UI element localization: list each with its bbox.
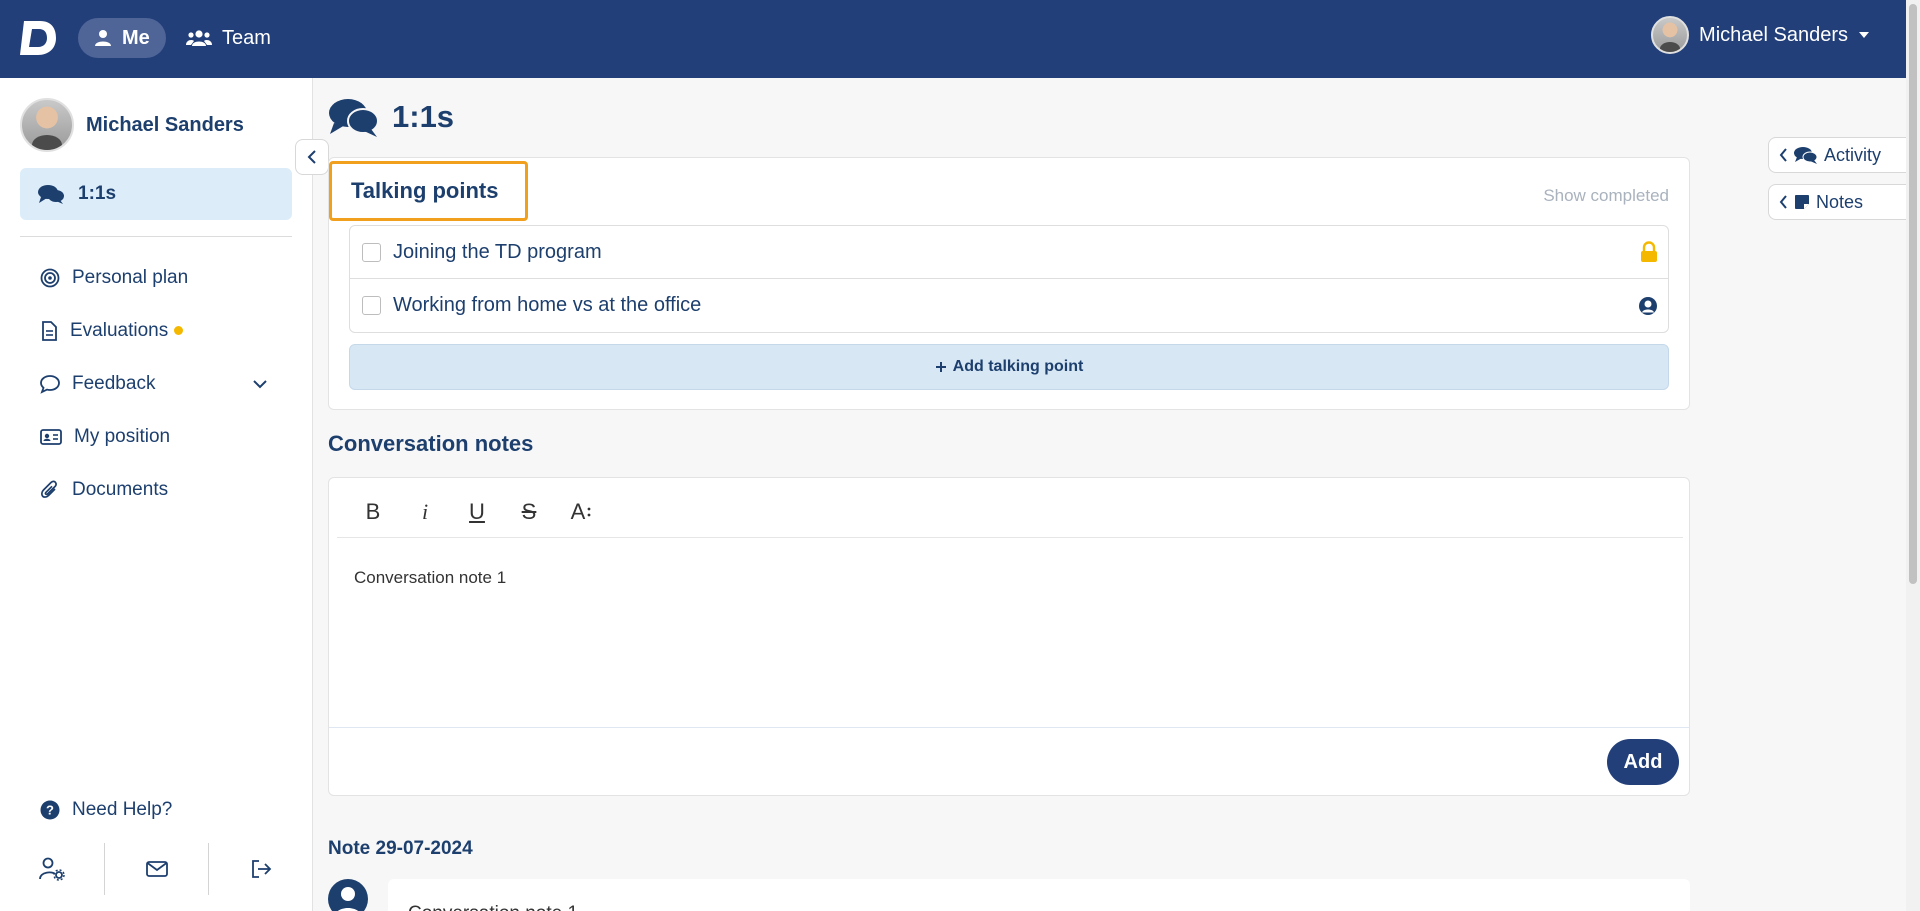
users-icon (186, 30, 212, 46)
note-card[interactable]: Conversation note 1 (388, 879, 1690, 911)
bold-button[interactable]: B (347, 492, 399, 532)
sidebar-item-label: Evaluations (70, 320, 169, 341)
sidebar-item-label: 1:1s (78, 183, 117, 204)
editor-toolbar: B i U S A (337, 486, 1683, 538)
talking-points-list: Joining the TD program Working from home… (349, 225, 1669, 333)
avatar (328, 879, 368, 911)
svg-text:?: ? (46, 803, 54, 818)
activity-panel-tab[interactable]: Activity (1768, 137, 1906, 173)
help-circle-icon: ? (40, 800, 60, 820)
conversation-notes-title: Conversation notes (328, 431, 534, 456)
caret-down-icon (1859, 32, 1869, 38)
activity-tab-label: Activity (1824, 144, 1882, 165)
divider (20, 236, 292, 237)
sidebar-user[interactable]: Michael Sanders (20, 98, 244, 152)
logout-button[interactable] (209, 843, 313, 895)
sidebar-item-1on1s[interactable]: 1:1s (20, 168, 292, 220)
sidebar-item-label: My position (74, 426, 171, 447)
sidebar-item-my-position[interactable]: My position (40, 426, 170, 448)
add-note-button[interactable]: Add (1607, 739, 1679, 785)
user-menu[interactable]: Michael Sanders (1651, 16, 1870, 54)
messages-button[interactable] (105, 843, 210, 895)
document-icon (42, 321, 57, 341)
list-item[interactable]: Working from home vs at the office (350, 279, 1668, 332)
sidebar-item-documents[interactable]: Documents (40, 479, 168, 501)
editor-content[interactable]: Conversation note 1 (354, 568, 506, 588)
nav-team-label: Team (222, 26, 271, 49)
sidebar-item-label: Personal plan (72, 267, 189, 288)
lock-icon (1641, 241, 1657, 262)
user-settings-button[interactable] (0, 843, 105, 895)
plus-icon (935, 362, 946, 372)
talking-points-card: Talking points Show completed Joining th… (328, 157, 1690, 410)
divider (329, 727, 1689, 728)
talking-point-text: Working from home vs at the office (393, 294, 702, 316)
sidebar-item-evaluations[interactable]: Evaluations (40, 320, 184, 342)
underline-button[interactable]: U (451, 492, 503, 532)
show-completed-link[interactable]: Show completed (1543, 186, 1669, 206)
page-title: 1:1s (328, 96, 454, 138)
chevron-left-icon (1779, 195, 1787, 209)
notes-tab-label: Notes (1816, 191, 1864, 212)
need-help-label: Need Help? (72, 799, 173, 820)
chevron-left-icon (1779, 148, 1787, 162)
notification-dot (174, 326, 184, 336)
note-preview: Conversation note 1 (408, 903, 578, 911)
talking-point-checkbox[interactable] (362, 242, 381, 262)
sidebar-item-label: Documents (72, 479, 169, 500)
talking-points-title: Talking points (329, 161, 528, 221)
notes-panel-tab[interactable]: Notes (1768, 184, 1906, 220)
mail-icon (145, 861, 168, 877)
user-circle-icon (1639, 296, 1657, 315)
sidebar-footer-actions (0, 843, 313, 895)
text-size-label: A (570, 498, 586, 524)
user-gear-icon (38, 857, 65, 881)
target-icon (40, 268, 60, 288)
more-vertical-icon (587, 507, 591, 516)
page-scrollbar[interactable] (1906, 0, 1920, 911)
avatar (20, 98, 74, 152)
user-icon (95, 30, 111, 46)
note-date-heading: Note 29-07-2024 (328, 838, 473, 859)
add-talking-point-label: Add talking point (952, 358, 1084, 375)
chevron-down-icon[interactable] (252, 379, 268, 389)
sidebar-item-label: Feedback (72, 373, 156, 394)
scrollbar-thumb[interactable] (1909, 4, 1917, 584)
logout-icon (252, 860, 272, 878)
text-size-button[interactable]: A (555, 492, 607, 532)
nav-me-tab[interactable]: Me (78, 18, 166, 58)
d-logo-icon[interactable] (18, 17, 60, 59)
strikethrough-button[interactable]: S (503, 492, 555, 532)
nav-team-tab[interactable]: Team (170, 18, 287, 58)
conversation-notes-editor: B i U S A Conversation note 1 Add (328, 477, 1690, 796)
sidebar: Michael Sanders 1:1s Personal plan Evalu… (0, 78, 313, 911)
user-name: Michael Sanders (1699, 23, 1848, 46)
need-help-link[interactable]: ? Need Help? (40, 799, 172, 821)
add-talking-point-button[interactable]: Add talking point (349, 344, 1669, 390)
avatar (1651, 16, 1690, 54)
collapse-sidebar-button[interactable] (295, 139, 329, 175)
sidebar-item-feedback[interactable]: Feedback (40, 373, 270, 395)
nav-me-label: Me (122, 26, 150, 49)
sticky-note-icon (1795, 195, 1809, 209)
comment-icon (40, 375, 60, 394)
top-nav-bar: Me Team Michael Sanders (0, 0, 1906, 78)
comments-icon (38, 185, 64, 204)
list-item[interactable]: Joining the TD program (350, 226, 1668, 279)
chevron-left-icon (307, 150, 316, 164)
comments-icon (329, 99, 379, 137)
sidebar-item-personal-plan[interactable]: Personal plan (40, 267, 188, 289)
comments-icon (1794, 147, 1818, 164)
italic-button[interactable]: i (399, 492, 451, 532)
sidebar-user-name: Michael Sanders (86, 113, 244, 136)
page-title-text: 1:1s (392, 99, 455, 134)
paperclip-icon (41, 480, 57, 498)
id-card-icon (40, 429, 62, 445)
talking-point-text: Joining the TD program (393, 240, 602, 263)
talking-point-checkbox[interactable] (362, 296, 381, 315)
